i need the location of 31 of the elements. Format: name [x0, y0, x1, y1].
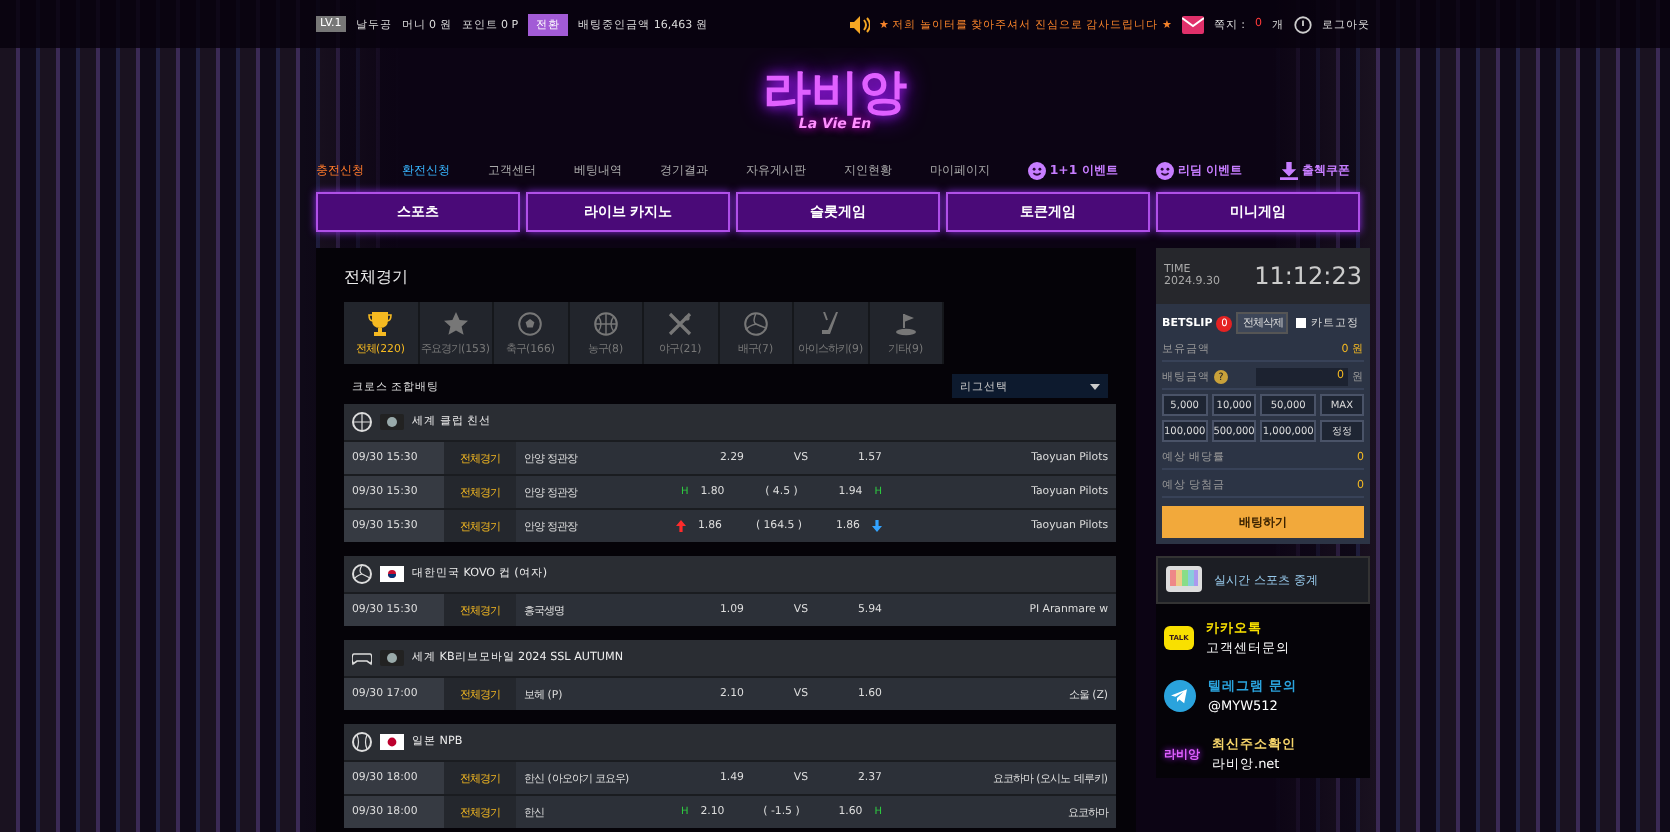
star-icon [443, 311, 468, 335]
ball-icon [352, 564, 372, 584]
smile-icon [1155, 161, 1174, 179]
volleyball-icon [743, 311, 768, 335]
gamepad-icon [352, 648, 372, 668]
trophy-icon [368, 311, 393, 335]
smile-icon [1027, 161, 1046, 179]
envelope-icon[interactable] [1181, 15, 1204, 33]
basketball-icon [593, 311, 618, 335]
power-icon[interactable] [1294, 15, 1312, 33]
ball-icon [352, 732, 372, 752]
ball-icon [352, 412, 372, 432]
flag-icon [380, 566, 404, 582]
clock-text: 11:12:23 [1254, 262, 1362, 290]
tv-icon [1166, 566, 1202, 594]
download-icon [1279, 161, 1298, 179]
checkbox[interactable] [1296, 318, 1307, 328]
golf-flag-icon [893, 311, 918, 335]
down-arrow-icon [872, 520, 882, 532]
flag-icon [380, 414, 404, 430]
flag-icon [380, 650, 404, 666]
caret-icon [1090, 383, 1100, 389]
panel-title: 전체경기 [344, 266, 410, 290]
hockey-stick-icon [818, 311, 843, 335]
logo-title[interactable]: 라비앙 [763, 68, 907, 116]
crossed-bats-icon [668, 311, 693, 335]
flag-icon [380, 734, 404, 750]
speaker-icon [849, 15, 870, 33]
soccer-ball-icon [518, 311, 543, 335]
paper-plane-icon[interactable] [1164, 680, 1196, 712]
up-arrow-icon [675, 520, 686, 532]
